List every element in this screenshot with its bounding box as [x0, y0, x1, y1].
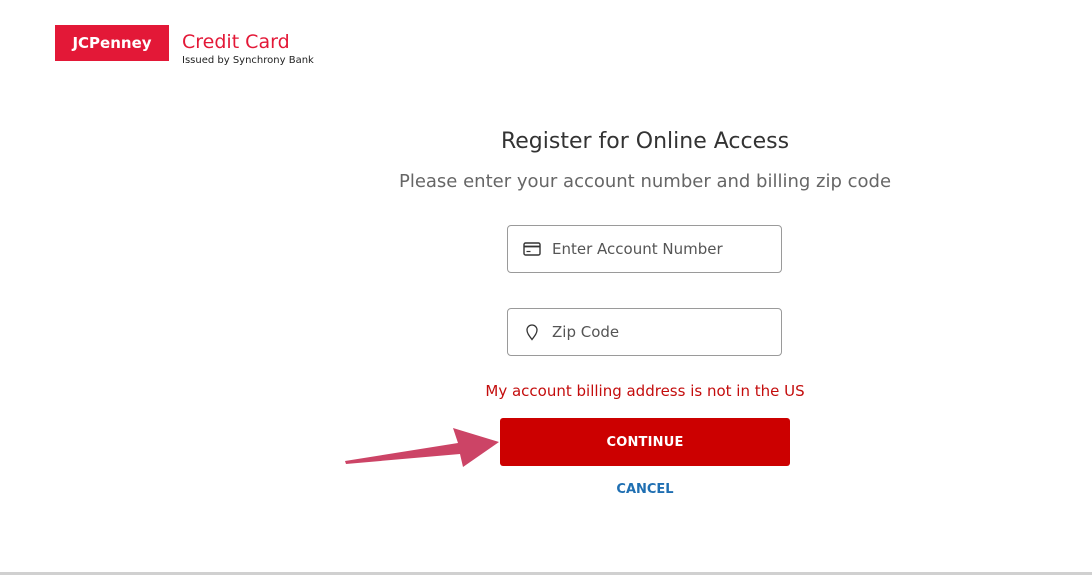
location-pin-icon	[522, 323, 542, 341]
page-subtitle: Please enter your account number and bil…	[398, 171, 892, 192]
account-number-field[interactable]	[507, 225, 782, 273]
credit-card-icon	[522, 242, 542, 256]
zip-code-input[interactable]	[552, 317, 781, 347]
non-us-billing-link[interactable]: My account billing address is not in the…	[0, 381, 1092, 401]
zip-code-field[interactable]	[507, 308, 782, 356]
brand-logo[interactable]: JCPenney Credit Card Issued by Synchrony…	[55, 25, 314, 67]
annotation-arrow-icon	[345, 428, 499, 467]
page-title: Register for Online Access	[500, 129, 790, 154]
cancel-link[interactable]: CANCEL	[0, 481, 1092, 499]
logo-text: Credit Card Issued by Synchrony Bank	[182, 25, 314, 67]
jcpenney-logo-box: JCPenney	[55, 25, 169, 61]
continue-button[interactable]: CONTINUE	[500, 418, 790, 466]
account-number-input[interactable]	[552, 234, 781, 264]
logo-issuer: Issued by Synchrony Bank	[182, 55, 314, 66]
logo-product-name: Credit Card	[182, 31, 290, 53]
